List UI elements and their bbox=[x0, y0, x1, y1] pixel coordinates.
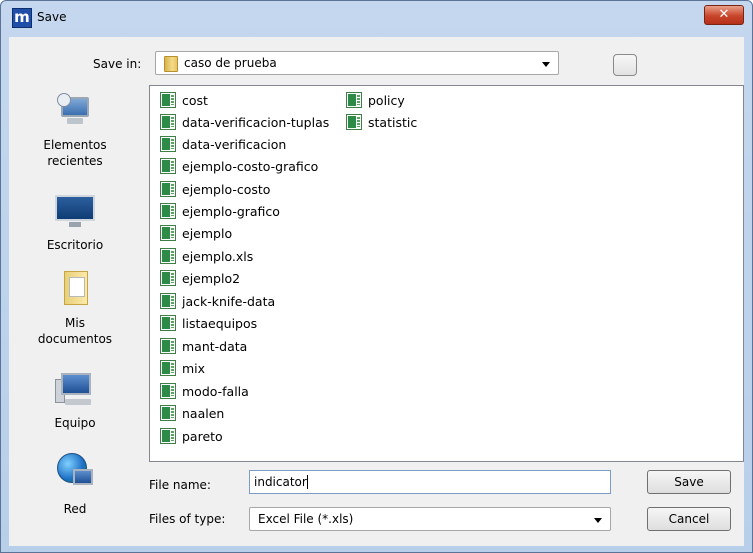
save-in-label: Save in: bbox=[93, 57, 142, 71]
list-item[interactable]: policy bbox=[346, 89, 405, 111]
file-type-dropdown[interactable]: Excel File (*.xls) bbox=[249, 507, 611, 531]
excel-file-icon bbox=[160, 92, 176, 108]
list-item[interactable]: pareto bbox=[160, 425, 223, 447]
save-button[interactable]: Save bbox=[647, 470, 731, 494]
list-item[interactable]: listaequipos bbox=[160, 312, 257, 334]
list-item[interactable]: data-verificacion-tuplas bbox=[160, 111, 329, 133]
excel-file-icon bbox=[160, 158, 176, 174]
places-bar: Elementos recientes Escritorio Mis docum… bbox=[9, 87, 141, 516]
place-label: Elementos recientes bbox=[43, 138, 107, 168]
excel-file-icon bbox=[160, 315, 176, 331]
excel-file-icon bbox=[160, 248, 176, 264]
place-label: Mis documentos bbox=[37, 316, 113, 346]
excel-file-icon bbox=[160, 360, 176, 376]
excel-file-icon bbox=[160, 203, 176, 219]
place-documents[interactable]: Mis documentos bbox=[9, 271, 141, 355]
chevron-down-icon[interactable] bbox=[594, 518, 602, 523]
network-icon bbox=[57, 453, 93, 489]
folder-icon bbox=[164, 56, 178, 72]
place-recent-items[interactable]: Elementos recientes bbox=[9, 87, 141, 168]
save-in-value: caso de prueba bbox=[184, 56, 277, 70]
place-network[interactable]: Red bbox=[9, 453, 141, 523]
file-list[interactable]: cost data-verificacion-tuplas data-verif… bbox=[149, 85, 744, 462]
excel-file-icon bbox=[160, 428, 176, 444]
excel-file-icon bbox=[346, 114, 362, 130]
list-item[interactable]: mix bbox=[160, 357, 205, 379]
place-label: Escritorio bbox=[46, 238, 104, 252]
file-name-label: File name: bbox=[149, 478, 211, 492]
place-label: Red bbox=[63, 502, 87, 516]
excel-file-icon bbox=[160, 338, 176, 354]
excel-file-icon bbox=[160, 270, 176, 286]
window-title: Save bbox=[37, 10, 67, 24]
excel-file-icon bbox=[346, 92, 362, 108]
list-item[interactable]: ejemplo bbox=[160, 222, 232, 244]
list-item[interactable]: naalen bbox=[160, 402, 224, 424]
place-computer[interactable]: Equipo bbox=[9, 373, 141, 443]
text-caret bbox=[306, 475, 308, 489]
place-desktop[interactable]: Escritorio bbox=[9, 195, 141, 265]
list-item[interactable]: data-verificacion bbox=[160, 133, 286, 155]
chevron-down-icon[interactable] bbox=[542, 62, 550, 67]
title-bar[interactable]: m Save ✕ bbox=[1, 1, 752, 37]
list-item[interactable]: modo-falla bbox=[160, 380, 249, 402]
list-item[interactable]: ejemplo2 bbox=[160, 267, 240, 289]
recent-items-icon bbox=[57, 93, 93, 129]
excel-file-icon bbox=[160, 136, 176, 152]
dialog-body: Save in: caso de prueba Elementos recien… bbox=[9, 37, 744, 546]
excel-file-icon bbox=[160, 114, 176, 130]
excel-file-icon bbox=[160, 293, 176, 309]
file-type-label: Files of type: bbox=[149, 512, 226, 526]
save-dialog: m Save ✕ Save in: caso de prueba Element… bbox=[0, 0, 753, 553]
app-logo-icon: m bbox=[12, 8, 32, 28]
list-item[interactable]: ejemplo-grafico bbox=[160, 200, 280, 222]
excel-file-icon bbox=[160, 405, 176, 421]
computer-icon bbox=[55, 373, 95, 407]
list-item[interactable]: jack-knife-data bbox=[160, 290, 275, 312]
desktop-icon bbox=[55, 195, 95, 227]
list-item[interactable]: ejemplo-costo-grafico bbox=[160, 155, 318, 177]
list-item[interactable]: ejemplo-costo bbox=[160, 178, 270, 200]
list-item[interactable]: mant-data bbox=[160, 335, 247, 357]
save-in-dropdown[interactable]: caso de prueba bbox=[155, 51, 559, 75]
list-item[interactable]: statistic bbox=[346, 111, 417, 133]
documents-icon bbox=[60, 271, 90, 309]
place-label: Equipo bbox=[54, 416, 96, 430]
cancel-button[interactable]: Cancel bbox=[647, 507, 731, 531]
excel-file-icon bbox=[160, 383, 176, 399]
file-name-input[interactable]: indicator bbox=[249, 470, 611, 494]
file-type-value: Excel File (*.xls) bbox=[258, 512, 354, 526]
excel-file-icon bbox=[160, 225, 176, 241]
list-item[interactable]: cost bbox=[160, 89, 208, 111]
list-item[interactable]: ejemplo.xls bbox=[160, 245, 253, 267]
view-menu-button[interactable] bbox=[613, 54, 637, 76]
close-button[interactable]: ✕ bbox=[704, 5, 744, 25]
excel-file-icon bbox=[160, 181, 176, 197]
